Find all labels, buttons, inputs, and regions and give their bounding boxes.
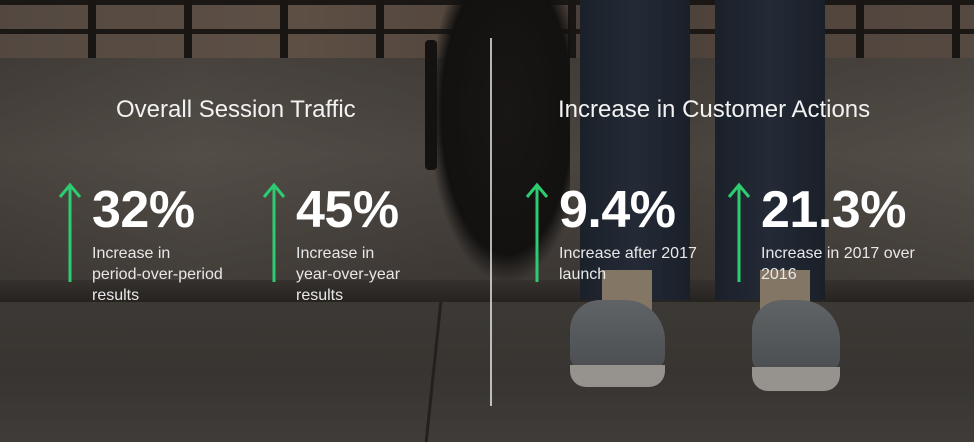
arrow-up-icon <box>727 182 751 282</box>
section-title-session-traffic: Overall Session Traffic <box>116 96 356 123</box>
stat-description: Increase in period-over-period results <box>92 245 223 304</box>
section-divider <box>490 38 492 406</box>
stat-value: 21.3% <box>761 181 906 239</box>
arrow-up-icon <box>58 182 82 282</box>
stat-description: Increase after 2017 launch <box>559 245 697 283</box>
stat-value: 32% <box>92 181 195 239</box>
stat-description: Increase in year-over-year results <box>296 245 401 304</box>
stat-value: 9.4% <box>559 181 676 239</box>
stat-description: Increase in 2017 over 2016 <box>761 245 915 283</box>
arrow-up-icon <box>525 182 549 282</box>
arrow-up-icon <box>262 182 286 282</box>
stat-value: 45% <box>296 181 399 239</box>
section-title-customer-actions: Increase in Customer Actions <box>558 96 871 123</box>
